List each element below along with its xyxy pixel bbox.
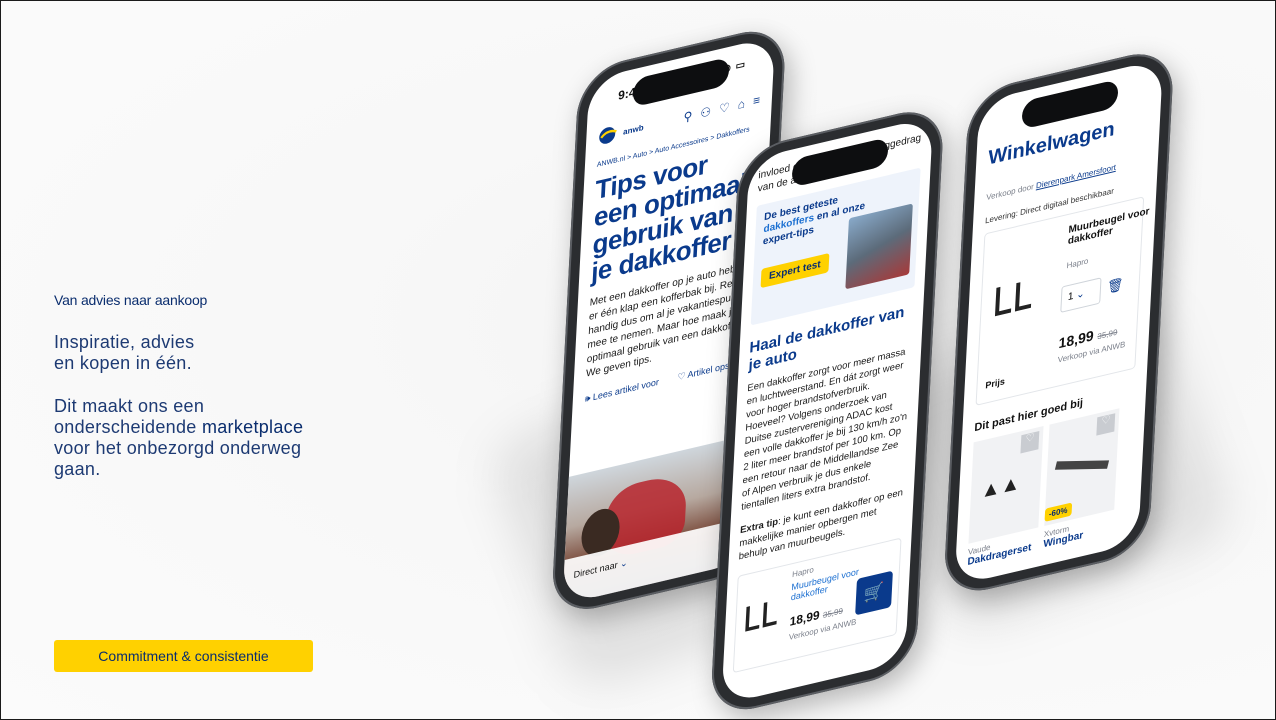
wall-bracket-icon	[994, 282, 1032, 317]
menu-icon[interactable]: ≡	[753, 93, 761, 109]
read-aloud-label: Lees artikel voor	[592, 376, 660, 403]
header-icons: ⚲ ⚇ ♡ ⌂ ≡	[683, 93, 760, 125]
cart-item-card: Muurbeugel voor dakkoffer Hapro 1 ⌄ 🗑 18…	[975, 196, 1150, 406]
anwb-logo-icon	[599, 127, 617, 144]
old-price: 35,99	[1097, 327, 1118, 342]
seller-link[interactable]: Dierenpark Amersfoort	[1036, 163, 1116, 191]
cart-icon: 🛒	[863, 582, 885, 605]
product-image: ♡ -60%	[1044, 408, 1120, 526]
cart-item-brand: Hapro	[1066, 256, 1089, 271]
bag-icon[interactable]: ⌂	[737, 96, 745, 112]
lead-text-2: Dit maakt ons een onderscheidende market…	[54, 396, 324, 480]
phone-right: Winkelwagen Verkoop door Dierenpark Amer…	[942, 44, 1175, 600]
lead-line-1a: Inspiratie, advies	[54, 332, 195, 352]
account-icon[interactable]: ⚇	[700, 104, 711, 121]
heart-icon[interactable]: ♡	[719, 100, 730, 117]
quantity-select[interactable]: 1 ⌄	[1060, 277, 1102, 313]
cart-item-name[interactable]: Muurbeugel voor dakkoffer	[1068, 204, 1159, 247]
roof-rack-parts-icon: ▲▲	[980, 471, 1022, 503]
phone-middle-screen: invloed op invloed op het weggedrag van …	[721, 116, 934, 705]
expert-test-button[interactable]: Expert test	[760, 253, 830, 289]
discount-badge: -60%	[1044, 502, 1072, 522]
marketplace-highlight: marketplace	[201, 417, 304, 437]
chevron-down-icon: ⌄	[1075, 288, 1085, 302]
price-label: Prijs	[985, 375, 1006, 391]
add-to-cart-button[interactable]: 🛒	[855, 570, 893, 616]
read-aloud-button[interactable]: 🕪 Lees artikel voor	[584, 377, 659, 406]
wishlist-heart-icon[interactable]: ♡	[1096, 413, 1116, 436]
section-heading: Van advies naar aankoop	[54, 292, 208, 308]
chevron-down-icon: ⌄	[619, 557, 628, 570]
product-image: ♡ ▲▲	[968, 426, 1044, 544]
trash-icon[interactable]: 🗑	[1106, 276, 1124, 296]
heart-outline-icon: ♡	[677, 369, 688, 383]
article-page-2: invloed op invloed op het weggedrag van …	[723, 129, 933, 676]
lead-line-2a: Dit maakt ons een onderscheidende	[54, 396, 205, 437]
lead-line-2b: voor het onbezorgd onderweg gaan.	[54, 438, 302, 479]
product-old-price: 35,99	[822, 606, 844, 621]
direct-to-label: Direct naar	[573, 559, 618, 580]
lead-text-1: Inspiratie, advies en kopen in één.	[54, 332, 354, 374]
quantity-value: 1	[1067, 290, 1074, 304]
recommend-list: ♡ ▲▲ Vaude Dakdragerset ♡ -60% Xvtorm Wi…	[966, 405, 1134, 586]
phone-right-screen: Winkelwagen Verkoop door Dierenpark Amer…	[954, 58, 1164, 587]
promo-photo	[845, 203, 913, 290]
recommend-card[interactable]: ♡ ▲▲ Vaude Dakdragerset	[966, 426, 1044, 586]
anwb-logo[interactable]: anwb	[598, 118, 644, 147]
slide: Van advies naar aankoop Inspiratie, advi…	[0, 0, 1276, 720]
brand-text: anwb	[622, 122, 644, 137]
commitment-badge: Commitment & consistentie	[54, 640, 313, 672]
wingbar-icon	[1054, 460, 1110, 470]
sold-by-label: Verkoop door	[986, 181, 1035, 203]
lead-line-1b: en kopen in één.	[54, 353, 192, 373]
search-icon[interactable]: ⚲	[683, 108, 693, 124]
cart-page: Winkelwagen Verkoop door Dierenpark Amer…	[954, 107, 1160, 586]
phone-middle: invloed op invloed op het weggedrag van …	[709, 102, 945, 719]
wall-bracket-icon	[745, 602, 777, 632]
recommend-card[interactable]: ♡ -60% Xvtorm Wingbar	[1042, 408, 1120, 576]
wishlist-heart-icon[interactable]: ♡	[1020, 430, 1040, 454]
